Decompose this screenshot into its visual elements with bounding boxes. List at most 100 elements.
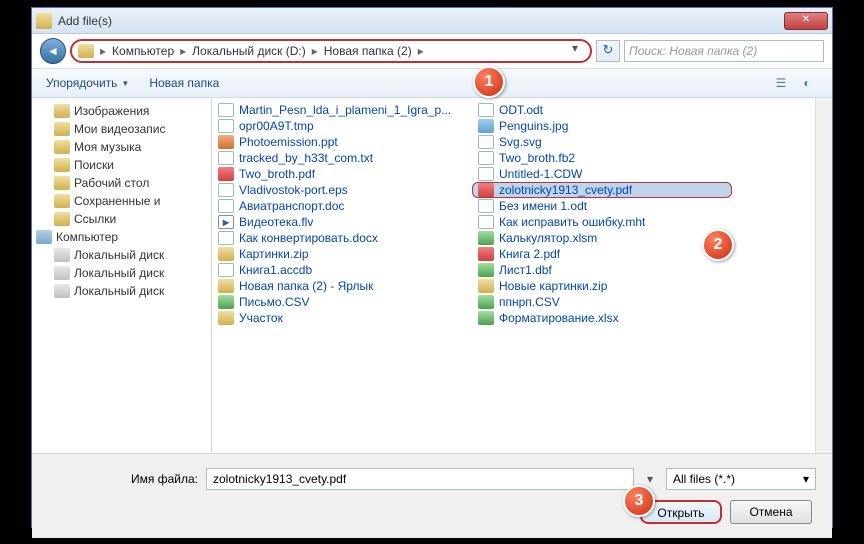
app-icon xyxy=(36,13,52,29)
file-list[interactable]: Martin_Pesn_lda_i_plameni_1_Igra_p...opr… xyxy=(212,98,815,453)
file-item[interactable]: Новая папка (2) - Ярлык xyxy=(212,278,472,294)
file-item[interactable]: Photoemission.ppt xyxy=(212,134,472,150)
file-icon xyxy=(478,167,494,181)
file-item[interactable]: Авиатранспорт.doc xyxy=(212,198,472,214)
tree-label: Ссылки xyxy=(74,212,116,226)
tree-icon xyxy=(54,176,70,190)
file-item[interactable]: zolotnicky1913_cvety.pdf xyxy=(472,182,732,198)
organize-menu[interactable]: Упорядочить ▼ xyxy=(46,76,129,90)
file-item[interactable]: Картинки.zip xyxy=(212,246,472,262)
tree-label: Локальный диск xyxy=(74,248,164,262)
file-item[interactable]: Two_broth.fb2 xyxy=(472,150,732,166)
file-item[interactable]: Книга1.accdb xyxy=(212,262,472,278)
back-button[interactable]: ◄ xyxy=(40,38,66,64)
file-name: Лист1.dbf xyxy=(499,263,552,277)
close-button[interactable]: ✕ xyxy=(784,12,828,30)
file-item[interactable]: Svg.svg xyxy=(472,134,732,150)
breadcrumb[interactable]: ▸ Компьютер ▸ Локальный диск (D:) ▸ Нова… xyxy=(70,39,592,63)
file-icon xyxy=(478,151,494,165)
file-name: Penguins.jpg xyxy=(499,119,568,133)
file-item[interactable]: Martin_Pesn_lda_i_plameni_1_Igra_p... xyxy=(212,102,472,118)
file-name: Как конвертировать.docx xyxy=(239,231,378,245)
tree-item[interactable]: Мои видеозапис xyxy=(32,120,211,138)
file-item[interactable]: opr00A9T.tmp xyxy=(212,118,472,134)
file-item[interactable]: Калькулятор.xlsm xyxy=(472,230,732,246)
chevron-right-icon[interactable]: ▸ xyxy=(178,44,188,58)
breadcrumb-dropdown[interactable]: ▾ xyxy=(566,41,584,61)
tree-icon xyxy=(54,140,70,154)
organize-label: Упорядочить xyxy=(46,76,117,90)
file-icon xyxy=(218,311,234,325)
file-item[interactable]: ▶Видеотека.flv xyxy=(212,214,472,230)
cancel-button[interactable]: Отмена xyxy=(730,500,812,524)
file-item[interactable]: Two_broth.pdf xyxy=(212,166,472,182)
file-item[interactable]: ODT.odt xyxy=(472,102,732,118)
tree-item[interactable]: Ссылки xyxy=(32,210,211,228)
tree-item[interactable]: Изображения xyxy=(32,102,211,120)
file-name: Photoemission.ppt xyxy=(239,135,338,149)
tree-item[interactable]: Поиски xyxy=(32,156,211,174)
body: ИзображенияМои видеозаписМоя музыкаПоиск… xyxy=(32,98,832,453)
tree-item[interactable]: Локальный диск xyxy=(32,282,211,300)
file-item[interactable]: Участок xyxy=(212,310,472,326)
file-name: Книга1.accdb xyxy=(239,263,312,277)
filename-label: Имя файла: xyxy=(48,472,198,486)
file-icon xyxy=(478,311,494,325)
tree-item[interactable]: Локальный диск xyxy=(32,246,211,264)
filename-dropdown[interactable]: ▾ xyxy=(642,472,658,486)
tree-icon xyxy=(54,266,70,280)
tree-item[interactable]: Моя музыка xyxy=(32,138,211,156)
help-button[interactable]: ◐ xyxy=(796,73,818,93)
chevron-right-icon[interactable]: ▸ xyxy=(310,44,320,58)
titlebar[interactable]: Add file(s) ✕ xyxy=(32,8,832,34)
file-item[interactable]: Vladivostok-port.eps xyxy=(212,182,472,198)
file-name: Калькулятор.xlsm xyxy=(499,231,597,245)
breadcrumb-folder[interactable]: Новая папка (2) xyxy=(320,44,416,58)
refresh-button[interactable]: ↻ xyxy=(596,40,620,62)
file-item[interactable]: Новые картинки.zip xyxy=(472,278,732,294)
file-icon xyxy=(478,103,494,117)
file-name: Письмо.CSV xyxy=(239,295,310,309)
tree-item[interactable]: Локальный диск xyxy=(32,264,211,282)
view-mode-button[interactable]: ☰ xyxy=(770,73,792,93)
tree-icon xyxy=(36,230,52,244)
filter-select[interactable]: All files (*.*) ▾ xyxy=(666,468,816,490)
tree-icon xyxy=(54,248,70,262)
scrollbar[interactable] xyxy=(815,98,832,453)
file-item[interactable]: Форматирование.xlsx xyxy=(472,310,732,326)
callout-3: 3 xyxy=(623,485,655,517)
file-icon xyxy=(478,295,494,309)
file-name: Без имени 1.odt xyxy=(499,199,587,213)
chevron-right-icon[interactable]: ▸ xyxy=(98,44,108,58)
newfolder-label: Новая папка xyxy=(149,76,219,90)
file-item[interactable]: tracked_by_h33t_com.txt xyxy=(212,150,472,166)
file-item[interactable]: Письмо.CSV xyxy=(212,294,472,310)
file-icon xyxy=(218,279,234,293)
tree-item[interactable]: Рабочий стол xyxy=(32,174,211,192)
file-icon xyxy=(478,215,494,229)
window-title: Add file(s) xyxy=(58,14,784,28)
tree-item[interactable]: Сохраненные и xyxy=(32,192,211,210)
breadcrumb-drive[interactable]: Локальный диск (D:) xyxy=(188,44,310,58)
chevron-right-icon[interactable]: ▸ xyxy=(416,44,426,58)
file-icon xyxy=(478,119,494,133)
breadcrumb-computer[interactable]: Компьютер xyxy=(108,44,178,58)
file-item[interactable]: ппнрп.CSV xyxy=(472,294,732,310)
file-item[interactable]: Как конвертировать.docx xyxy=(212,230,472,246)
file-item[interactable]: Penguins.jpg xyxy=(472,118,732,134)
file-icon xyxy=(218,183,234,197)
new-folder-button[interactable]: Новая папка xyxy=(149,76,219,90)
file-item[interactable]: Как исправить ошибку.mht xyxy=(472,214,732,230)
file-item[interactable]: Книга 2.pdf xyxy=(472,246,732,262)
file-name: Vladivostok-port.eps xyxy=(239,183,348,197)
file-item[interactable]: Untitled-1.CDW xyxy=(472,166,732,182)
tree-icon xyxy=(54,212,70,226)
chevron-down-icon: ▼ xyxy=(121,79,129,88)
file-item[interactable]: Без имени 1.odt xyxy=(472,198,732,214)
file-icon xyxy=(218,151,234,165)
file-item[interactable]: Лист1.dbf xyxy=(472,262,732,278)
search-input[interactable]: Поиск: Новая папка (2) xyxy=(624,40,824,62)
tree-item[interactable]: Компьютер xyxy=(32,228,211,246)
sidebar: ИзображенияМои видеозаписМоя музыкаПоиск… xyxy=(32,98,212,453)
filename-input[interactable] xyxy=(206,468,634,490)
